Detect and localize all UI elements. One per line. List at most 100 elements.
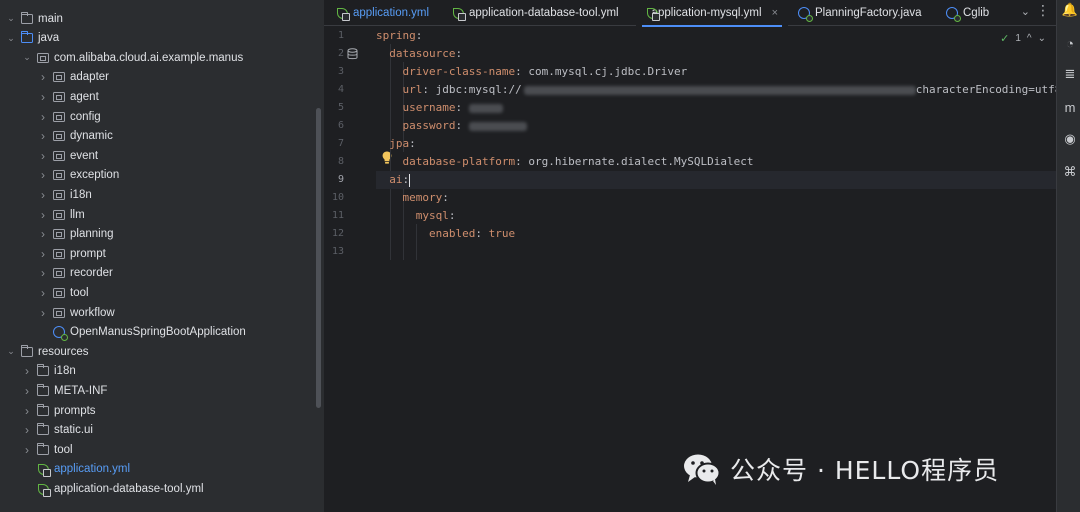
tree-item[interactable]: ⌄ java: [0, 29, 322, 48]
project-tree-scrollbar[interactable]: [316, 108, 321, 408]
inspection-ok-icon: ✓: [1000, 33, 1010, 45]
folder-icon: [36, 364, 50, 377]
editor-tab[interactable]: PlanningFactory.java: [788, 0, 936, 26]
chevron-right-icon[interactable]: ›: [38, 247, 48, 261]
tree-icon-glyph: [53, 268, 65, 279]
chevron-down-icon[interactable]: ⌄: [22, 52, 32, 63]
tree-item[interactable]: › config: [0, 107, 322, 126]
chevron-right-icon[interactable]: ›: [38, 129, 48, 143]
tree-item[interactable]: OpenManusSpringBootApplication: [0, 323, 322, 342]
tree-item[interactable]: › prompt: [0, 244, 322, 263]
tree-item[interactable]: › agent: [0, 87, 322, 106]
chevron-right-icon[interactable]: ›: [22, 404, 32, 418]
tree-item[interactable]: › adapter: [0, 68, 322, 87]
tree-item[interactable]: › workflow: [0, 303, 322, 322]
tree-item[interactable]: › dynamic: [0, 127, 322, 146]
wechat-icon: [684, 454, 721, 485]
tree-item-label: tool: [70, 286, 89, 299]
code-line: memory:: [376, 189, 1056, 207]
tree-item-label: application.yml: [54, 463, 131, 476]
tree-item[interactable]: application-database-tool.yml: [0, 479, 322, 498]
tree-icon-glyph: [36, 364, 49, 377]
spring-leaf-icon: [646, 7, 655, 21]
line-number: 4: [337, 84, 344, 95]
chevron-down-icon[interactable]: ⌄: [6, 346, 16, 357]
close-icon[interactable]: ×: [772, 7, 778, 19]
tree-item[interactable]: ⌄ resources: [0, 342, 322, 361]
tree-item[interactable]: › tool: [0, 283, 322, 302]
copilot-icon[interactable]: ◉: [1062, 131, 1078, 147]
tree-item-label: dynamic: [70, 130, 113, 143]
tree-item-label: workflow: [70, 306, 115, 319]
editor-tab[interactable]: application-database-tool.yml: [442, 0, 636, 26]
tree-icon-glyph: [53, 91, 65, 102]
spring-leaf-icon: [36, 483, 51, 497]
yaml-value: org.hibernate.dialect.MySQLDialect: [528, 155, 754, 168]
tree-item[interactable]: › META-INF: [0, 381, 322, 400]
package-icon: [52, 248, 66, 260]
editor-tab[interactable]: application.yml: [324, 0, 442, 26]
package-icon: [36, 52, 50, 64]
chevron-right-icon[interactable]: ›: [22, 423, 32, 437]
tree-icon-glyph: [53, 72, 65, 83]
package-icon: [52, 228, 66, 240]
tree-item[interactable]: › i18n: [0, 362, 322, 381]
services-icon[interactable]: ⌘: [1062, 164, 1078, 180]
tree-item[interactable]: › planning: [0, 225, 322, 244]
database-icon[interactable]: ≣: [1062, 66, 1078, 82]
chevron-right-icon[interactable]: ›: [22, 364, 32, 378]
watermark-text: 公众号 · HELLO程序员: [730, 456, 1000, 485]
editor-tab[interactable]: application-mysql.yml ×: [636, 0, 788, 27]
chevron-right-icon[interactable]: ›: [38, 70, 48, 84]
tab-menu-icon[interactable]: ⋮: [1036, 2, 1050, 19]
yaml-value: com.mysql.cj.jdbc.Driver: [528, 65, 688, 78]
tab-scroll-down-icon[interactable]: ⌄: [1021, 5, 1030, 18]
ai-assistant-icon[interactable]: ◔: [1062, 35, 1078, 51]
editor-tab[interactable]: Cglib: [936, 0, 1006, 26]
chevron-right-icon[interactable]: ›: [38, 227, 48, 241]
inspection-widget[interactable]: ✓ 1 ^ ⌄: [1000, 32, 1046, 45]
tree-icon-glyph: [37, 52, 49, 63]
tree-item[interactable]: › event: [0, 146, 322, 165]
tree-icon-glyph: [53, 209, 65, 220]
tree-item[interactable]: › exception: [0, 166, 322, 185]
chevron-right-icon[interactable]: ›: [38, 110, 48, 124]
tree-item[interactable]: › prompts: [0, 401, 322, 420]
chevron-down-icon[interactable]: ⌄: [6, 33, 16, 44]
database-gutter-icon[interactable]: [347, 48, 358, 60]
inspection-next-icon[interactable]: ⌄: [1038, 33, 1046, 44]
tree-item-label: prompt: [70, 247, 106, 260]
line-number: 7: [337, 138, 344, 149]
tree-item[interactable]: › tool: [0, 440, 322, 459]
package-icon: [52, 150, 66, 162]
tree-item[interactable]: application.yml: [0, 460, 322, 479]
chevron-right-icon[interactable]: ›: [38, 306, 48, 320]
chevron-right-icon[interactable]: ›: [22, 384, 32, 398]
bell-icon[interactable]: 🔔: [1062, 2, 1078, 18]
tree-item[interactable]: › recorder: [0, 264, 322, 283]
inspection-count: 1: [1015, 33, 1021, 44]
chevron-right-icon[interactable]: ›: [38, 208, 48, 222]
maven-icon[interactable]: m: [1062, 99, 1078, 115]
tree-item-label: config: [70, 110, 101, 123]
tree-item[interactable]: ⌄ com.alibaba.cloud.ai.example.manus: [0, 48, 322, 67]
tree-item-label: java: [38, 32, 60, 45]
inspection-prev-icon[interactable]: ^: [1027, 33, 1032, 44]
tree-item[interactable]: › static.ui: [0, 421, 322, 440]
tree-item[interactable]: ⌄ main: [0, 9, 322, 28]
chevron-right-icon[interactable]: ›: [38, 149, 48, 163]
code-area[interactable]: spring: datasource: driver-class-name: c…: [376, 26, 1056, 512]
chevron-right-icon[interactable]: ›: [38, 266, 48, 280]
tree-item-label: com.alibaba.cloud.ai.example.manus: [54, 51, 244, 64]
tree-item[interactable]: › llm: [0, 205, 322, 224]
chevron-right-icon[interactable]: ›: [22, 443, 32, 457]
chevron-right-icon[interactable]: ›: [38, 286, 48, 300]
chevron-right-icon[interactable]: ›: [38, 90, 48, 104]
tree-icon-glyph: [53, 170, 65, 181]
yaml-key: ai: [389, 173, 403, 186]
chevron-right-icon[interactable]: ›: [38, 168, 48, 182]
chevron-down-icon[interactable]: ⌄: [6, 13, 16, 24]
tree-item[interactable]: › i18n: [0, 185, 322, 204]
chevron-right-icon[interactable]: ›: [38, 188, 48, 202]
